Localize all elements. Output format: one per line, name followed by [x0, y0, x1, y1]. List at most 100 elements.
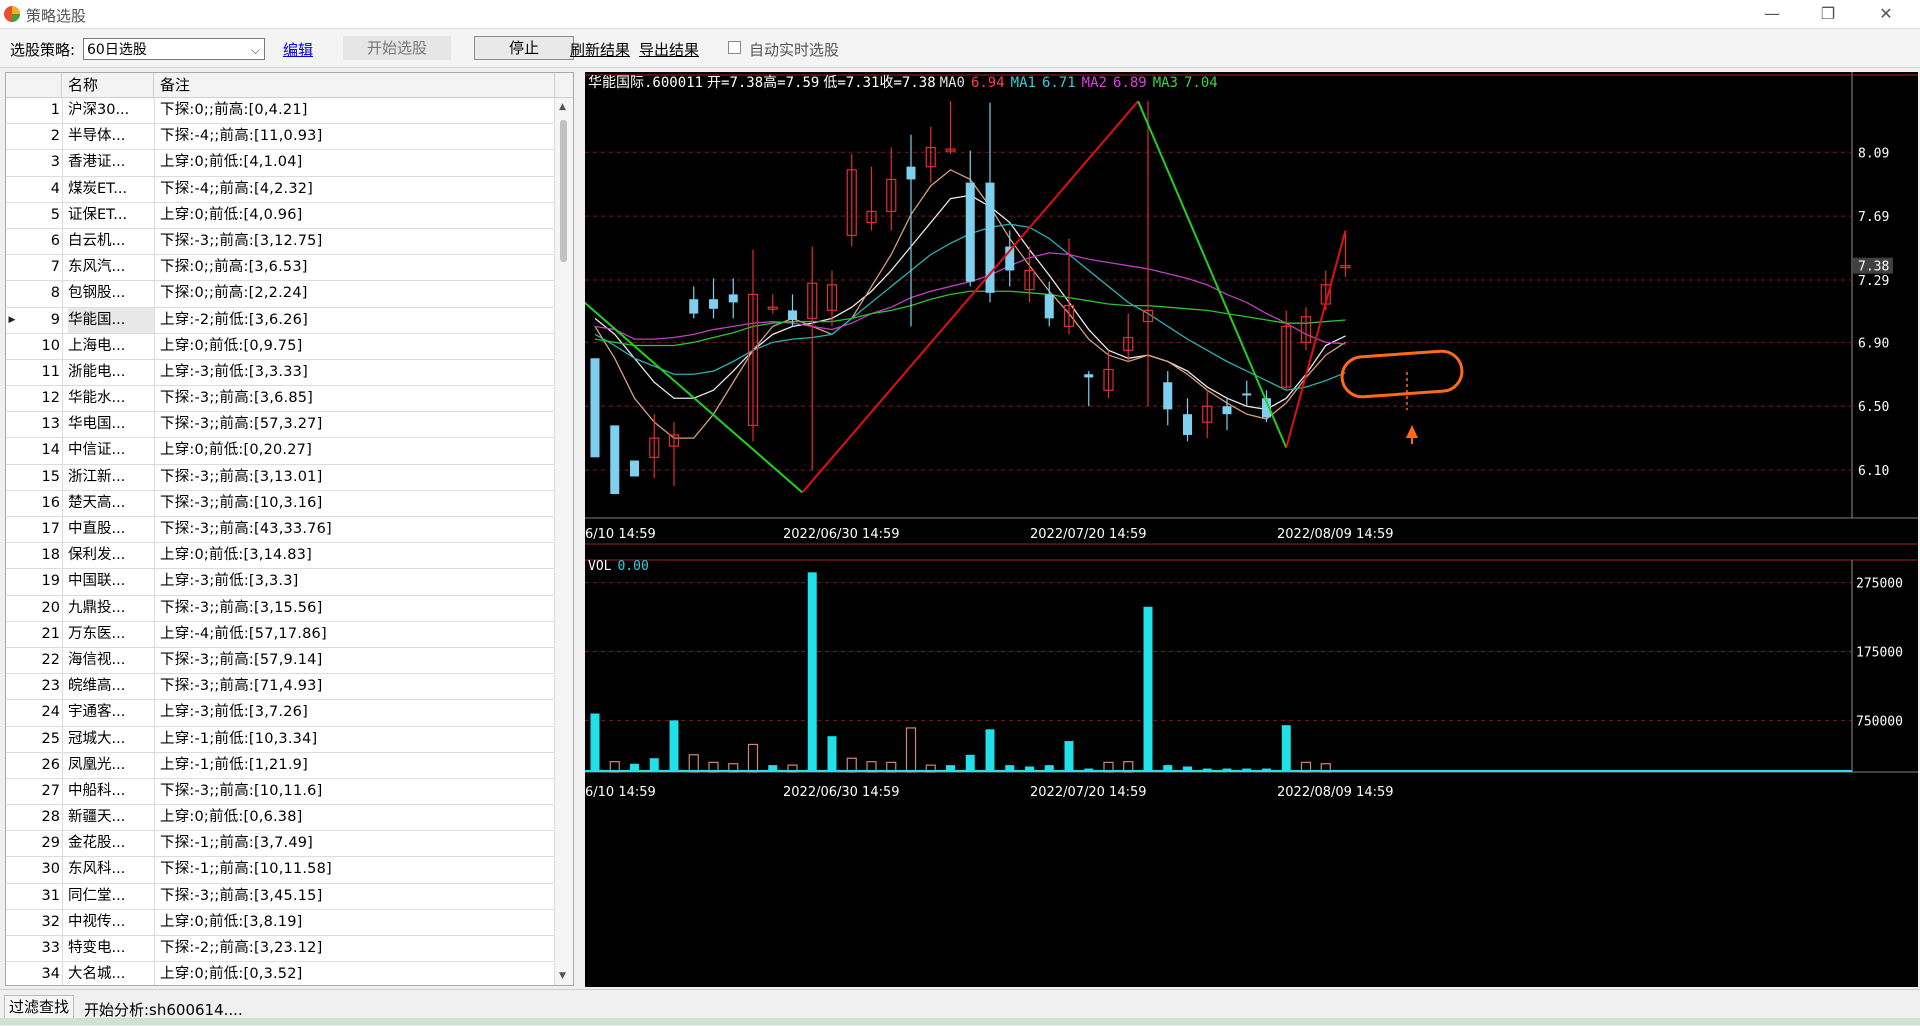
row-name[interactable]: 东风汽... — [68, 255, 154, 280]
table-row[interactable]: 10 上海电... 上穿:0;前低:[0,9.75] — [6, 333, 554, 360]
window-title: 策略选股 — [26, 7, 87, 25]
table-row[interactable]: 1 沪深30... 下探:0;;前高:[0,4.21] — [6, 98, 554, 125]
row-name[interactable]: 煤炭ET... — [68, 177, 154, 202]
header-note[interactable]: 备注 — [154, 73, 555, 97]
start-selection-button[interactable]: 开始选股 — [343, 36, 451, 60]
row-name[interactable]: 东风科... — [68, 857, 154, 882]
row-name[interactable]: 同仁堂... — [68, 884, 154, 909]
table-row[interactable]: 23 皖维高... 下探:-3;;前高:[71,4.93] — [6, 674, 554, 701]
row-name[interactable]: 浙能电... — [68, 360, 154, 385]
row-name[interactable]: 中船科... — [68, 779, 154, 804]
row-note: 上穿:-4;前低:[57,17.86] — [160, 625, 327, 642]
row-name[interactable]: 证保ET... — [68, 203, 154, 228]
row-name[interactable]: 冠城大... — [68, 727, 154, 752]
row-name[interactable]: 大名城... — [68, 962, 154, 985]
row-name[interactable]: 宇通客... — [68, 700, 154, 725]
candle-body — [630, 460, 639, 477]
list-scrollbar[interactable]: ▲ ▼ — [554, 98, 573, 985]
table-row[interactable]: 29 金花股... 下探:-1;;前高:[3,7.49] — [6, 831, 554, 858]
table-row[interactable]: 16 楚天高... 下探:-3;;前高:[10,3.16] — [6, 490, 554, 517]
table-row[interactable]: 30 东风科... 下探:-1;;前高:[10,11.58] — [6, 857, 554, 884]
table-row[interactable]: 26 凤凰光... 上穿:-1;前低:[1,21.9] — [6, 752, 554, 779]
volume-label: VOL 0.00 — [588, 559, 649, 574]
row-name[interactable]: 楚天高... — [68, 491, 154, 516]
restore-button[interactable]: ❐ — [1800, 0, 1856, 28]
filter-search-button[interactable]: 过滤查找 — [4, 995, 75, 1019]
minimize-button[interactable]: — — [1744, 0, 1800, 28]
row-name[interactable]: 香港证... — [68, 150, 154, 175]
row-name[interactable]: 九鼎投... — [68, 596, 154, 621]
row-name[interactable]: 沪深30... — [68, 98, 154, 123]
table-row[interactable]: 2 半导体... 下探:-4;;前高:[11,0.93] — [6, 124, 554, 151]
header-name[interactable]: 名称 — [62, 73, 154, 97]
export-results-link[interactable]: 导出结果 — [639, 39, 699, 60]
volume-bar — [905, 727, 917, 773]
table-row[interactable]: ▶ 9 华能国... 上穿:-2;前低:[3,6.26] — [6, 307, 554, 334]
table-row[interactable]: 6 白云机... 下探:-3;;前高:[3,12.75] — [6, 228, 554, 256]
stop-button[interactable]: 停止 — [474, 36, 574, 60]
row-name[interactable]: 半导体... — [68, 124, 154, 149]
table-row[interactable]: 13 华电国... 下探:-3;;前高:[57,3.27] — [6, 412, 554, 439]
table-row[interactable]: 25 冠城大... 上穿:-1;前低:[10,3.34] — [6, 726, 554, 753]
table-row[interactable]: 21 万东医... 上穿:-4;前低:[57,17.86] — [6, 621, 554, 648]
row-name[interactable]: 万东医... — [68, 622, 154, 647]
table-row[interactable]: 11 浙能电... 上穿:-3;前低:[3,3.33] — [6, 359, 554, 387]
table-row[interactable]: 17 中直股... 下探:-3;;前高:[43,33.76] — [6, 517, 554, 544]
row-name[interactable]: 保利发... — [68, 543, 154, 568]
table-row[interactable]: 22 海信视... 下探:-3;;前高:[57,9.14] — [6, 647, 554, 675]
table-row[interactable]: 32 中视传... 上穿:0;前低:[3,8.19] — [6, 909, 554, 936]
row-name[interactable]: 中国联... — [68, 569, 154, 594]
table-row[interactable]: 5 证保ET... 上穿:0;前低:[4,0.96] — [6, 202, 554, 229]
stock-chart[interactable]: 8.09 7.69 7.29 6.90 6.50 6.10 7.38 275000 175000… — [585, 72, 1918, 987]
table-row[interactable]: 8 包钢股... 下探:0;;前高:[2,2.24] — [6, 281, 554, 308]
row-name[interactable]: 皖维高... — [68, 674, 154, 699]
row-name[interactable]: 中直股... — [68, 517, 154, 542]
edit-link[interactable]: 编辑 — [283, 39, 313, 60]
row-name[interactable]: 华电国... — [68, 412, 154, 437]
candle-body — [1242, 393, 1252, 396]
table-row[interactable]: 19 中国联... 上穿:-3;前低:[3,3.3] — [6, 569, 554, 596]
row-name[interactable]: 包钢股... — [68, 281, 154, 306]
row-name[interactable]: 中视传... — [68, 910, 154, 935]
scroll-up-icon[interactable]: ▲ — [559, 102, 566, 112]
close-button[interactable]: ✕ — [1858, 0, 1914, 28]
scroll-down-icon[interactable]: ▼ — [559, 971, 566, 981]
row-name[interactable]: 新疆天... — [68, 805, 154, 830]
table-row[interactable]: 28 新疆天... 上穿:0;前低:[0,6.38] — [6, 805, 554, 832]
table-row[interactable]: 20 九鼎投... 下探:-3;;前高:[3,15.56] — [6, 595, 554, 622]
row-name[interactable]: 浙江新... — [68, 465, 154, 490]
table-row[interactable]: 7 东风汽... 下探:0;;前高:[3,6.53] — [6, 255, 554, 282]
row-note: 下探:-4;;前高:[4,2.32] — [160, 180, 314, 197]
table-row[interactable]: 15 浙江新... 下探:-3;;前高:[3,13.01] — [6, 464, 554, 491]
table-row[interactable]: 18 保利发... 上穿:0;前低:[3,14.83] — [6, 543, 554, 570]
table-row[interactable]: 31 同仁堂... 下探:-3;;前高:[3,45.15] — [6, 883, 554, 910]
scroll-thumb[interactable] — [560, 120, 567, 262]
row-note: 上穿:0;前低:[0,20.27] — [160, 442, 312, 459]
row-name[interactable]: 海信视... — [68, 648, 154, 673]
table-row[interactable]: 4 煤炭ET... 下探:-4;;前高:[4,2.32] — [6, 176, 554, 203]
row-name[interactable]: 上海电... — [68, 334, 154, 359]
row-name[interactable]: 华能国... — [68, 307, 154, 333]
row-name[interactable]: 金花股... — [68, 831, 154, 856]
row-number: 6 — [50, 232, 60, 249]
table-row[interactable]: 33 特变电... 下探:-2;;前高:[3,23.12] — [6, 936, 554, 963]
row-note: 下探:-1;;前高:[3,7.49] — [160, 835, 314, 852]
row-note: 下探:-2;;前高:[3,23.12] — [160, 940, 323, 956]
table-row[interactable]: 24 宇通客... 上穿:-3;前低:[3,7.26] — [6, 700, 554, 727]
auto-realtime-checkbox[interactable] — [728, 41, 741, 54]
row-note: 下探:-3;;前高:[57,3.27] — [160, 416, 323, 433]
date-label: 6/10 14:59 — [585, 527, 656, 542]
table-row[interactable]: 3 香港证... 上穿:0;前低:[4,1.04] — [6, 150, 554, 177]
row-name[interactable]: 白云机... — [68, 229, 154, 254]
row-name[interactable]: 中信证... — [68, 438, 154, 463]
table-row[interactable]: 27 中船科... 下探:-3;;前高:[10,11.6] — [6, 778, 554, 806]
row-name[interactable]: 凤凰光... — [68, 753, 154, 778]
row-name[interactable]: 特变电... — [68, 936, 154, 961]
table-row[interactable]: 12 华能水... 下探:-3;;前高:[3,6.85] — [6, 386, 554, 413]
strategy-select[interactable]: 60日选股 ⌵ — [83, 38, 265, 60]
refresh-results-link[interactable]: 刷新结果 — [570, 39, 630, 60]
row-name[interactable]: 华能水... — [68, 386, 154, 411]
table-row[interactable]: 14 中信证... 上穿:0;前低:[0,20.27] — [6, 438, 554, 465]
table-row[interactable]: 34 大名城... 上穿:0;前低:[0,3.52] — [6, 962, 554, 985]
row-number: 29 — [41, 835, 60, 852]
